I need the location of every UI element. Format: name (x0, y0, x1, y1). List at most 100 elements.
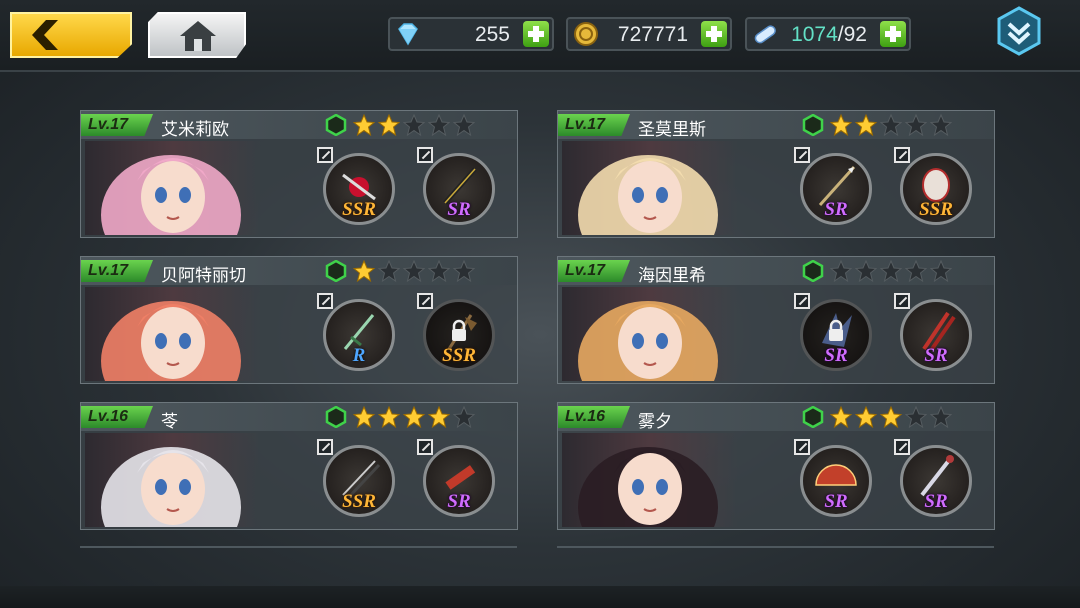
character-portrait-icon (578, 447, 718, 527)
character-card[interactable]: Lv.17 圣莫里斯 SR SSR (557, 110, 995, 238)
star-rating (353, 114, 475, 136)
menu-dropdown-icon[interactable] (996, 6, 1042, 56)
weapon-slot[interactable]: SR (794, 293, 878, 377)
character-name: 苓 (161, 412, 178, 432)
star-filled-icon (830, 406, 852, 428)
weapon-rarity-label: SSR (919, 199, 953, 220)
star-filled-icon (880, 406, 902, 428)
weapon-slot[interactable]: R (317, 293, 401, 377)
star-filled-icon (428, 406, 450, 428)
weapon-rarity-label: SSR (342, 491, 376, 512)
star-empty-icon (880, 260, 902, 282)
weapon-slot[interactable]: SR (794, 147, 878, 231)
edit-weapon-icon[interactable] (317, 147, 333, 163)
edit-weapon-icon[interactable] (794, 293, 810, 309)
character-card[interactable]: Lv.16 苓 SSR SR (80, 402, 518, 530)
weapon-slot[interactable]: SR (894, 439, 978, 523)
edit-weapon-icon[interactable] (894, 293, 910, 309)
top-bar: 255 727771 1074/92 (0, 0, 1080, 72)
character-portrait[interactable] (562, 287, 738, 381)
lock-icon (452, 319, 466, 341)
star-empty-icon (855, 260, 877, 282)
star-empty-icon (930, 114, 952, 136)
stamina-current: 1074 (791, 23, 838, 46)
weapon-rarity-label: SSR (442, 345, 476, 366)
star-filled-icon (855, 114, 877, 136)
stamina-counter: 1074/92 (745, 17, 911, 51)
character-card[interactable]: Lv.17 艾米莉欧 SSR SR (80, 110, 518, 238)
level-badge: Lv.17 (558, 114, 630, 136)
character-card[interactable]: Lv.16 雾夕 SR SR (557, 402, 995, 530)
edit-weapon-icon[interactable] (317, 439, 333, 455)
diamond-counter: 255 (388, 17, 554, 51)
star-rating (830, 114, 952, 136)
star-empty-icon (905, 406, 927, 428)
edit-weapon-icon[interactable] (894, 147, 910, 163)
character-card-header: Lv.16 苓 (81, 403, 517, 432)
character-card-header: Lv.17 贝阿特丽切 (81, 257, 517, 286)
weapon-rarity-label: SR (924, 345, 948, 366)
edit-weapon-icon[interactable] (794, 147, 810, 163)
star-rating (353, 260, 475, 282)
stamina-value: 1074/92 (791, 23, 867, 47)
star-empty-icon (403, 260, 425, 282)
weapon-slot[interactable]: SR (417, 439, 501, 523)
weapon-rarity-label: SR (447, 491, 471, 512)
level-badge: Lv.17 (558, 260, 630, 282)
star-empty-icon (428, 114, 450, 136)
weapon-rarity-label: SR (824, 345, 848, 366)
level-badge: Lv.16 (558, 406, 630, 428)
weapon-slot[interactable]: SSR (894, 147, 978, 231)
add-stamina-button[interactable] (880, 21, 906, 47)
character-name: 雾夕 (638, 412, 672, 432)
star-empty-icon (453, 260, 475, 282)
weapon-slot[interactable]: SR (894, 293, 978, 377)
weapon-rarity-label: SSR (342, 199, 376, 220)
edit-weapon-icon[interactable] (894, 439, 910, 455)
weapon-rarity-label: SR (824, 199, 848, 220)
character-portrait[interactable] (85, 287, 261, 381)
level-badge: Lv.17 (81, 114, 153, 136)
character-portrait[interactable] (562, 141, 738, 235)
hexagon-icon (802, 406, 824, 428)
stamina-capsule-icon (754, 25, 776, 44)
weapon-rarity-label: SR (924, 491, 948, 512)
star-filled-icon (353, 406, 375, 428)
character-card-header: Lv.16 雾夕 (558, 403, 994, 432)
edit-weapon-icon[interactable] (317, 293, 333, 309)
weapon-slot[interactable]: SSR (317, 439, 401, 523)
hexagon-icon (802, 114, 824, 136)
hexagon-icon (325, 260, 347, 282)
star-rating (830, 406, 952, 428)
weapon-rarity-label: R (352, 345, 366, 366)
weapon-slot[interactable]: SSR (317, 147, 401, 231)
hexagon-icon (325, 114, 347, 136)
character-card-header: Lv.17 海因里希 (558, 257, 994, 286)
star-filled-icon (855, 406, 877, 428)
weapon-slot[interactable]: SR (794, 439, 878, 523)
bottom-bar (0, 586, 1080, 608)
edit-weapon-icon[interactable] (417, 293, 433, 309)
edit-weapon-icon[interactable] (794, 439, 810, 455)
character-portrait[interactable] (85, 141, 261, 235)
add-gold-button[interactable] (701, 21, 727, 47)
edit-weapon-icon[interactable] (417, 147, 433, 163)
edit-weapon-icon[interactable] (417, 439, 433, 455)
character-card[interactable]: Lv.17 海因里希 SR SR (557, 256, 995, 384)
star-empty-icon (905, 260, 927, 282)
back-button[interactable] (10, 12, 132, 58)
home-button[interactable] (148, 12, 246, 58)
star-filled-icon (378, 406, 400, 428)
weapon-slot[interactable]: SSR (417, 293, 501, 377)
character-portrait[interactable] (562, 433, 738, 527)
weapon-slot[interactable]: SR (417, 147, 501, 231)
star-filled-icon (830, 114, 852, 136)
character-portrait[interactable] (85, 433, 261, 527)
star-empty-icon (403, 114, 425, 136)
star-empty-icon (428, 260, 450, 282)
star-empty-icon (453, 406, 475, 428)
star-empty-icon (905, 114, 927, 136)
star-empty-icon (453, 114, 475, 136)
character-card[interactable]: Lv.17 贝阿特丽切 R SSR (80, 256, 518, 384)
add-diamond-button[interactable] (523, 21, 549, 47)
